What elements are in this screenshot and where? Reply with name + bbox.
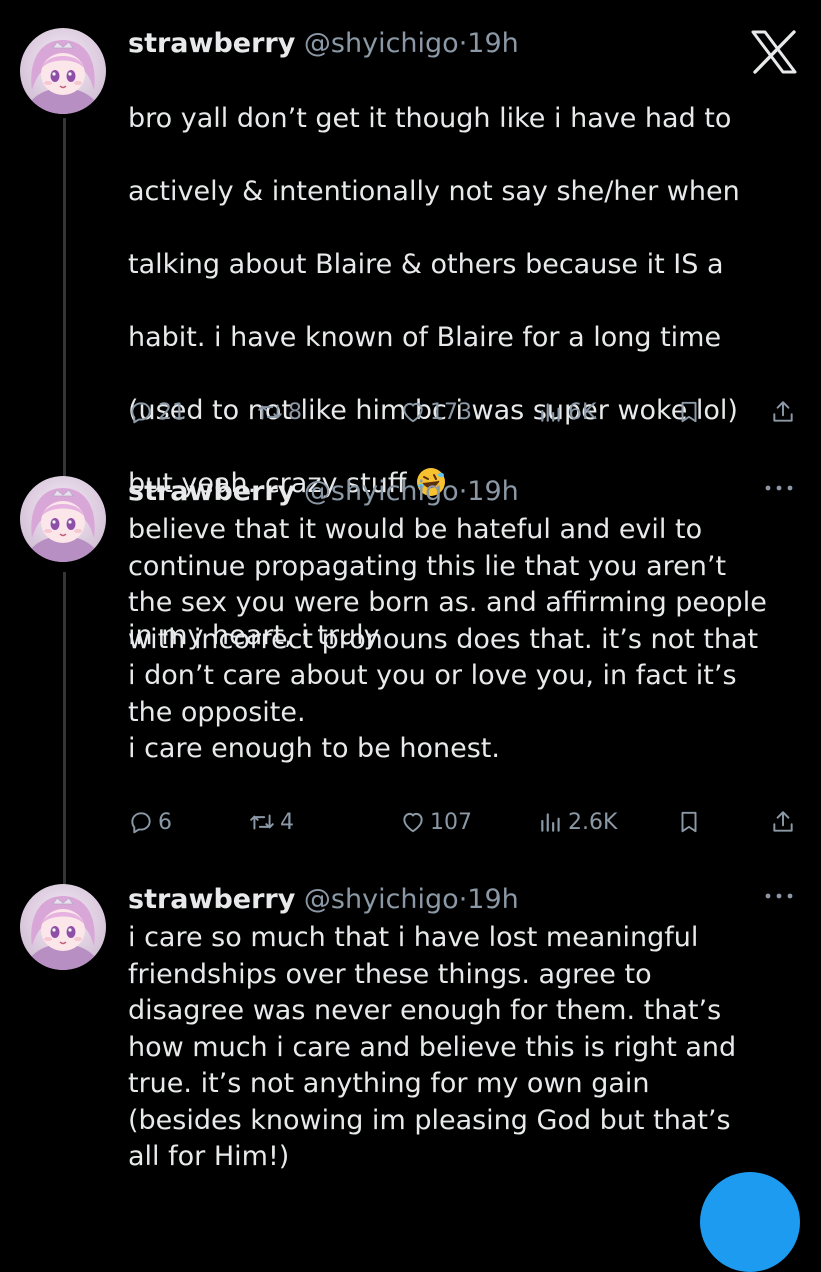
reply-button[interactable]: 21	[128, 392, 186, 432]
separator-dot: ·	[458, 28, 468, 59]
more-icon[interactable]	[762, 478, 796, 498]
like-button[interactable]: 173	[400, 392, 472, 432]
separator-dot: ·	[458, 884, 468, 915]
view-count: 2.6K	[568, 809, 618, 835]
text-line: bro yall don’t get it though like i have…	[128, 102, 732, 134]
reply-icon	[128, 399, 154, 425]
reply-icon	[128, 809, 154, 835]
heart-icon	[400, 399, 426, 425]
repost-icon	[248, 809, 276, 835]
reply-count: 21	[158, 399, 186, 425]
views-button[interactable]: 6K	[538, 392, 596, 432]
views-button[interactable]: 2.6K	[538, 802, 617, 842]
timestamp[interactable]: 19h	[467, 28, 518, 59]
user-handle[interactable]: @shyichigo	[304, 476, 459, 507]
tweet-header: strawberry @shyichigo·19h	[128, 882, 519, 918]
like-button[interactable]: 107	[400, 802, 472, 842]
views-icon	[538, 809, 564, 835]
share-icon	[770, 399, 796, 425]
bookmark-icon	[676, 399, 702, 425]
bookmark-icon	[676, 809, 702, 835]
thread-line	[63, 118, 66, 498]
views-icon	[538, 399, 564, 425]
tweet-actions: 21 8 173 6K	[128, 392, 808, 432]
repost-button[interactable]: 8	[256, 392, 302, 432]
avatar[interactable]	[20, 884, 106, 970]
more-icon[interactable]	[762, 886, 796, 906]
tweet-thread: strawberry @shyichigo·19h bro yall don’t…	[0, 0, 821, 1272]
reply-count: 6	[158, 809, 172, 835]
share-button[interactable]	[770, 802, 796, 842]
repost-icon	[256, 399, 284, 425]
repost-count: 4	[280, 809, 294, 835]
tweet-text: i care so much that i have lost meaningf…	[128, 922, 737, 1172]
like-count: 107	[430, 809, 472, 835]
like-count: 173	[430, 399, 472, 425]
avatar[interactable]	[20, 476, 106, 562]
repost-button[interactable]: 4	[248, 802, 294, 842]
bookmark-button[interactable]	[676, 392, 702, 432]
view-count: 6K	[568, 399, 597, 425]
share-icon	[770, 809, 796, 835]
text-line: habit. i have known of Blaire for a long…	[128, 321, 722, 353]
text-line: talking about Blaire & others because it…	[128, 248, 724, 280]
reply-button[interactable]: 6	[128, 802, 172, 842]
user-handle[interactable]: @shyichigo	[304, 28, 459, 59]
repost-count: 8	[288, 399, 302, 425]
tweet-header: strawberry @shyichigo·19h	[128, 474, 519, 510]
user-handle[interactable]: @shyichigo	[304, 884, 459, 915]
compose-button[interactable]	[700, 1172, 800, 1272]
tweet-text: believe that it would be hateful and evi…	[128, 514, 767, 764]
avatar[interactable]	[20, 28, 106, 114]
tweet-header: strawberry @shyichigo·19h	[128, 26, 519, 62]
timestamp[interactable]: 19h	[467, 476, 518, 507]
tweet-actions: 6 4 107 2.6K	[128, 802, 808, 842]
display-name[interactable]: strawberry	[128, 28, 295, 59]
share-button[interactable]	[770, 392, 796, 432]
bookmark-button[interactable]	[676, 802, 702, 842]
display-name[interactable]: strawberry	[128, 476, 295, 507]
separator-dot: ·	[458, 476, 468, 507]
timestamp[interactable]: 19h	[467, 884, 518, 915]
heart-icon	[400, 809, 426, 835]
text-line: actively & intentionally not say she/her…	[128, 175, 740, 207]
display-name[interactable]: strawberry	[128, 884, 295, 915]
